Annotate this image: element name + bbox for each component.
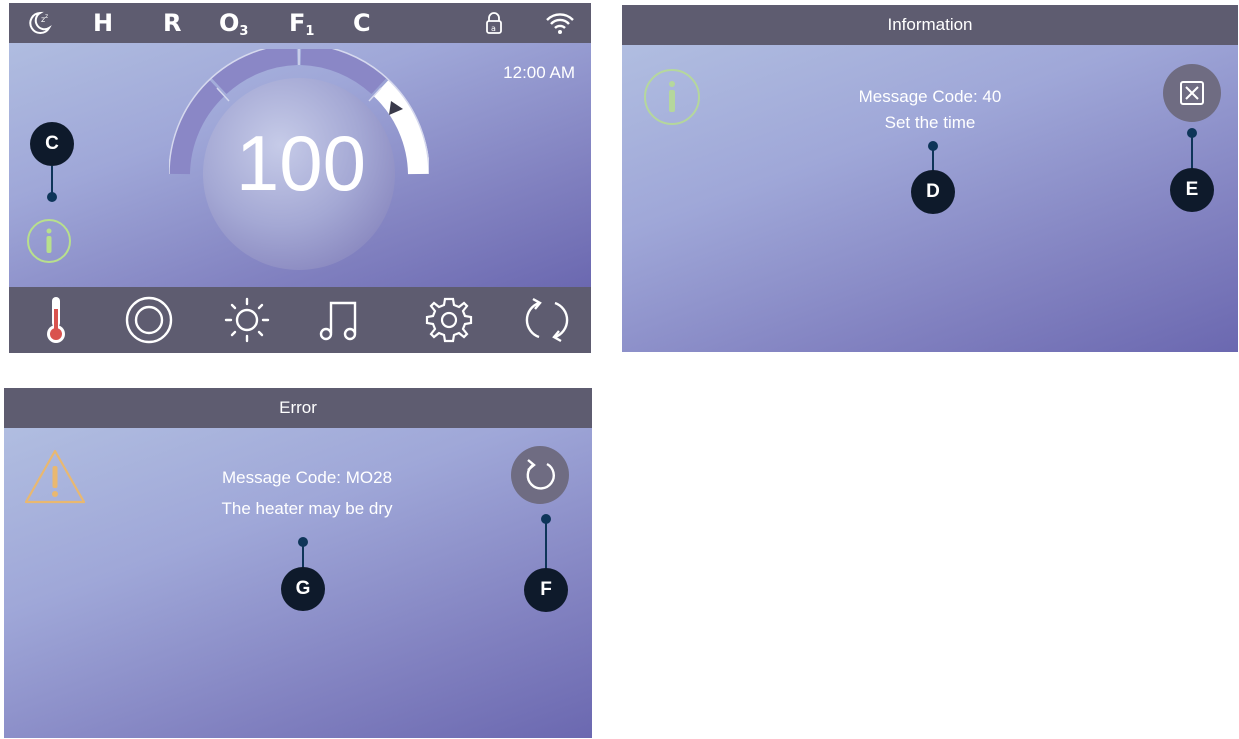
svg-text:a: a [491,24,496,33]
callout-e: E [1170,168,1214,212]
svg-text:z: z [45,13,48,20]
thermometer-icon[interactable] [29,293,85,347]
callout-g-line [302,546,304,568]
main-screen-panel: z z H R O3 F1 C a 12:00 AM 100 [9,3,591,353]
settings-gear-icon[interactable] [421,293,477,347]
status-r: R [163,9,182,37]
temperature-value: 100 [235,119,367,207]
status-f-subscript: 1 [305,24,315,39]
callout-c-dot [47,192,57,202]
callout-d: D [911,170,955,214]
callout-c: C [30,122,74,166]
status-f-letter: F [289,9,306,37]
info-message-text: Set the time [884,113,976,132]
music-icon[interactable] [313,293,369,347]
status-filter: F1 [289,7,314,44]
info-message-code: Message Code: 40 [858,87,1002,106]
light-icon[interactable] [219,293,275,347]
information-title: Information [622,5,1238,45]
reset-button[interactable] [511,446,569,504]
callout-g: G [281,567,325,611]
refresh-icon[interactable] [519,293,575,347]
close-button[interactable] [1163,64,1221,122]
info-icon [642,67,702,131]
status-o-letter: O [219,9,240,37]
clock-display: 12:00 AM [503,63,575,82]
reset-icon [526,459,555,490]
error-title: Error [4,388,592,428]
bottom-nav-bar [9,287,591,353]
status-h: H [93,9,114,37]
error-message-code: Message Code: MO28 [221,468,393,487]
callout-c-line [51,166,53,194]
callout-f: F [524,568,568,612]
wifi-icon [545,11,575,39]
status-bar: z z H R O3 F1 C a [9,3,591,43]
callout-d-line [932,150,934,172]
error-dialog: Error Message Code: MO28 The heater may … [4,388,592,738]
callout-e-line [1191,137,1193,169]
info-icon[interactable] [25,217,73,269]
status-ozone: O3 [219,7,248,44]
close-x-icon [1180,81,1204,105]
sleep-moon-icon: z z [27,11,53,39]
jets-icon[interactable] [121,293,177,347]
lock-icon: a [485,11,503,39]
error-message-text: The heater may be dry [221,499,393,518]
callout-f-line [545,523,547,569]
status-o-subscript: 3 [239,24,249,39]
status-c: C [353,9,371,37]
warning-triangle-icon [22,446,88,512]
